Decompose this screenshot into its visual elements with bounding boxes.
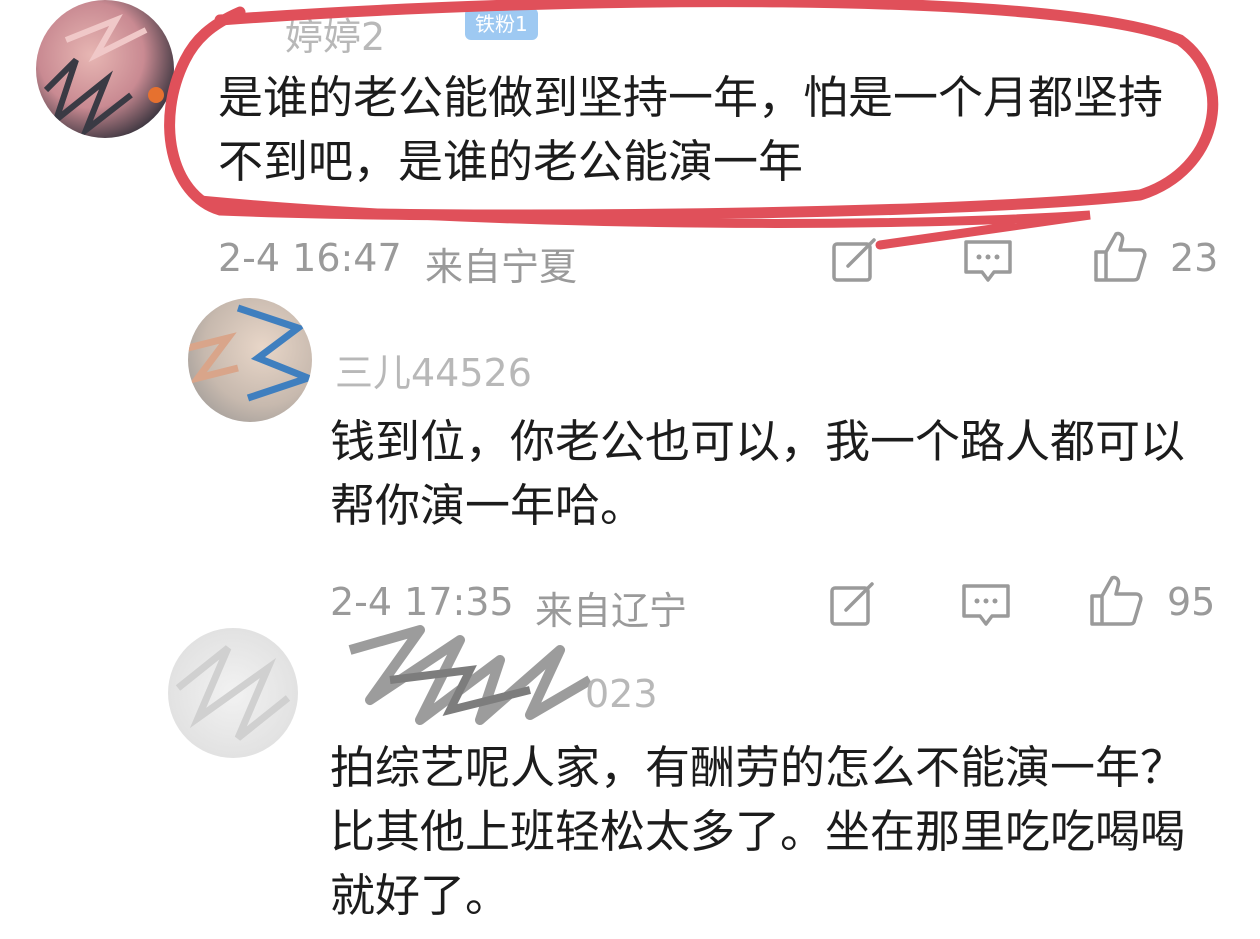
comment-location: 来自宁夏 [425,245,578,289]
highlight-circle [164,0,1219,250]
comment-time: 2-4 16:47 [218,236,402,280]
avatar[interactable] [36,0,174,138]
share-icon[interactable] [830,234,880,284]
username[interactable]: 三儿44526 [335,342,532,397]
like-icon[interactable] [1092,228,1148,284]
reply-icon[interactable] [962,236,1014,286]
avatar[interactable] [188,298,312,422]
reply-icon[interactable] [960,580,1012,630]
like-count: 23 [1170,236,1219,280]
comment-time: 2-4 17:35 [330,580,514,624]
comment-text: 拍综艺呢人家，有酬劳的怎么不能演一年？比其他上班轻松太多了。坐在那里吃吃喝喝就好… [330,741,1186,922]
redacted-username-scribble [348,625,593,725]
like-count: 95 [1167,580,1216,624]
username[interactable]: 023 [585,672,658,716]
share-icon[interactable] [828,578,878,628]
like-icon[interactable] [1088,572,1144,628]
comment-text: 钱到位，你老公也可以，我一个路人都可以帮你演一年哈。 [330,415,1186,532]
avatar[interactable] [168,628,298,758]
